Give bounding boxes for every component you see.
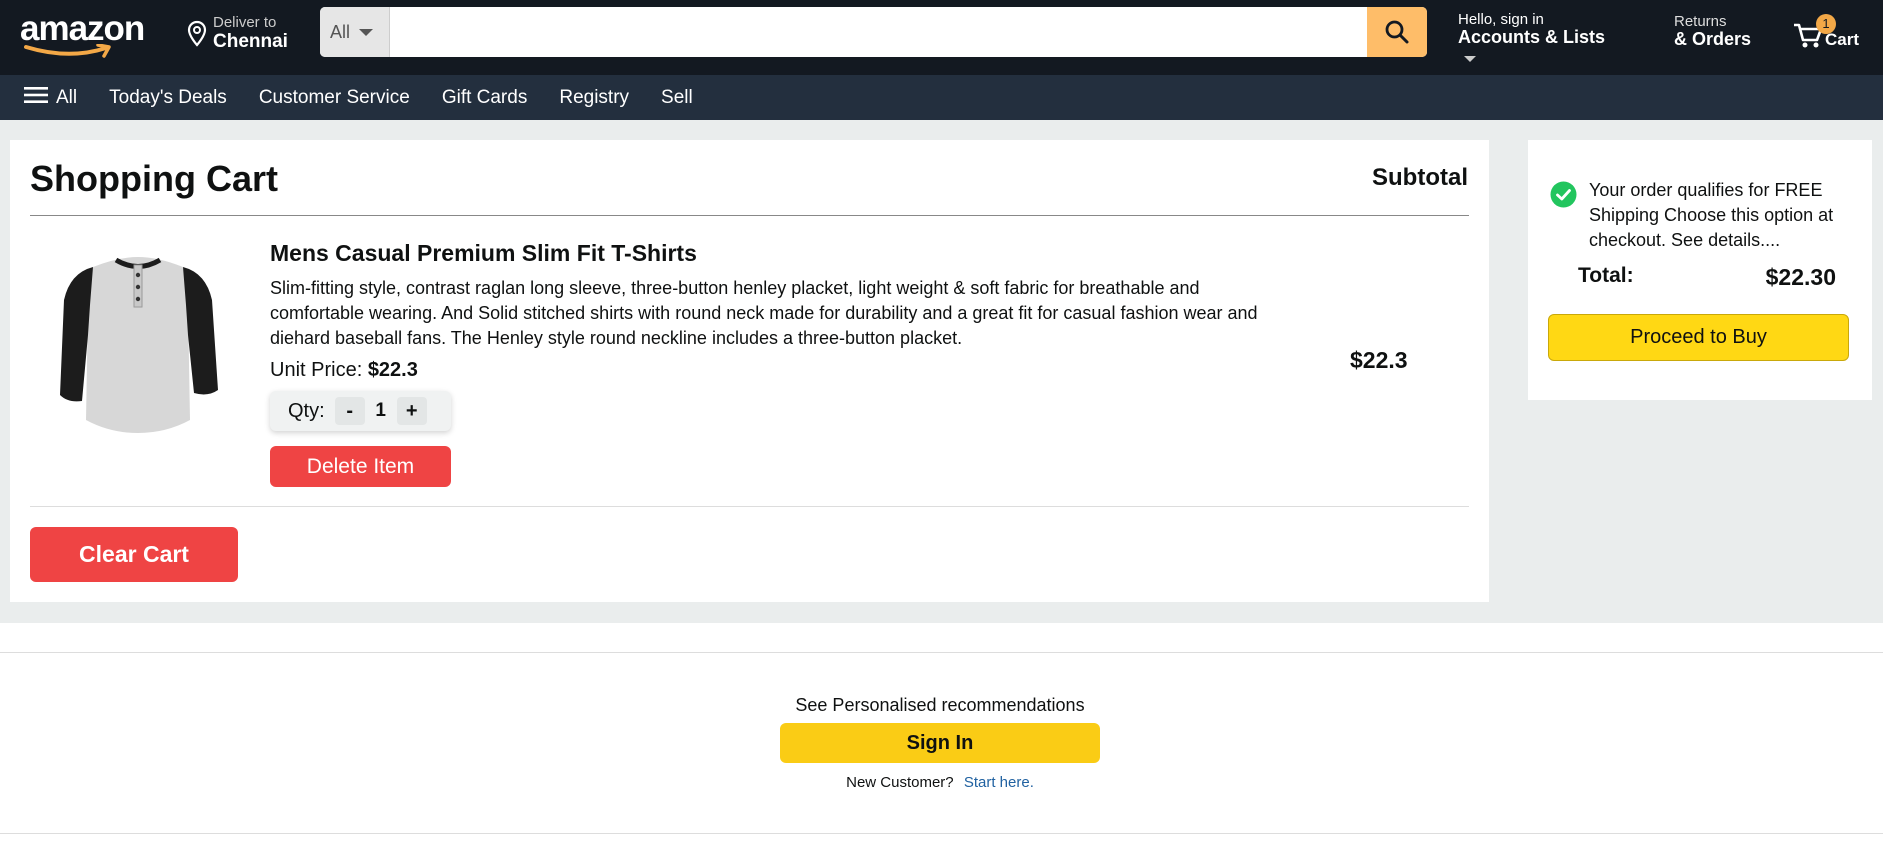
deliver-to-location[interactable]: Deliver to Chennai	[186, 14, 296, 52]
total-label: Total:	[1578, 264, 1634, 287]
nav-item-sell[interactable]: Sell	[661, 87, 693, 109]
nav-item-todays-deals[interactable]: Today's Deals	[109, 87, 227, 109]
product-image[interactable]	[48, 245, 228, 445]
line-total-price: $22.3	[1350, 347, 1408, 373]
search-input[interactable]	[390, 7, 1358, 57]
divider	[30, 215, 1469, 216]
caret-down-icon	[359, 28, 374, 36]
search-icon	[1385, 20, 1409, 44]
delete-item-button[interactable]: Delete Item	[270, 446, 451, 487]
qty-value: 1	[375, 400, 386, 421]
qty-label: Qty:	[288, 399, 325, 422]
deliver-to-label: Deliver to	[213, 14, 277, 31]
account-lists-menu[interactable]: Hello, sign in Accounts & Lists	[1458, 11, 1618, 63]
logo-text: amazon	[20, 9, 145, 48]
qty-increase-button[interactable]: +	[396, 397, 427, 425]
free-shipping-message: Your order qualifies for FREE Shipping C…	[1589, 180, 1834, 250]
shopping-cart-panel: Shopping Cart Subtotal Mens Casual Premi…	[10, 140, 1489, 602]
quantity-stepper: Qty: - 1 +	[270, 391, 451, 431]
account-label: Accounts & Lists	[1458, 27, 1606, 47]
order-summary-panel: Your order qualifies for FREE Shipping C…	[1528, 140, 1872, 400]
sub-navigation: All Today's Deals Customer Service Gift …	[0, 75, 1883, 120]
smile-arrow-icon	[24, 44, 111, 58]
all-menu-button[interactable]: All	[24, 86, 77, 110]
all-menu-label: All	[56, 86, 78, 108]
hamburger-icon	[24, 86, 48, 110]
unit-price-label: Unit Price:	[270, 359, 363, 381]
clear-cart-button[interactable]: Clear Cart	[30, 527, 238, 582]
orders-label: & Orders	[1674, 29, 1752, 49]
new-customer-line: New Customer? Start here.	[0, 774, 1880, 791]
unit-price: Unit Price: $22.3	[270, 359, 418, 382]
qty-decrease-button[interactable]: -	[334, 397, 365, 425]
returns-label: Returns	[1674, 13, 1727, 30]
total-value: $22.30	[1765, 264, 1836, 290]
amazon-logo[interactable]: amazon	[20, 9, 145, 58]
cart-link[interactable]: 1 Cart	[1793, 14, 1873, 54]
nav-item-gift-cards[interactable]: Gift Cards	[442, 87, 528, 109]
cart-label: Cart	[1825, 30, 1860, 49]
recommendations-text: See Personalised recommendations	[795, 695, 1085, 715]
location-name: Chennai	[213, 31, 288, 52]
new-customer-label: New Customer?	[846, 774, 954, 791]
product-name[interactable]: Mens Casual Premium Slim Fit T-Shirts	[270, 240, 697, 267]
returns-orders-link[interactable]: Returns & Orders	[1674, 13, 1774, 53]
search-category-select[interactable]: All	[320, 7, 390, 57]
location-pin-icon	[187, 20, 207, 47]
caret-down-icon	[1464, 56, 1476, 63]
top-header: amazon Deliver to Chennai All Hello, sig…	[0, 0, 1883, 75]
check-circle-icon	[1550, 181, 1577, 208]
divider	[0, 652, 1883, 653]
page-title: Shopping Cart	[30, 158, 278, 199]
proceed-to-buy-button[interactable]: Proceed to Buy	[1548, 314, 1849, 361]
unit-price-value: $22.3	[367, 359, 418, 381]
nav-item-customer-service[interactable]: Customer Service	[259, 87, 410, 109]
sign-in-button[interactable]: Sign In	[780, 723, 1100, 763]
search-category-value: All	[330, 21, 351, 42]
account-greeting: Hello, sign in	[1458, 11, 1544, 28]
search-bar: All	[320, 7, 1427, 57]
divider	[30, 506, 1469, 507]
tshirt-image	[60, 257, 218, 433]
start-here-link[interactable]: Start here.	[964, 774, 1034, 791]
subtotal-heading: Subtotal	[1372, 164, 1468, 191]
nav-item-registry[interactable]: Registry	[559, 87, 629, 109]
product-description: Slim-fitting style, contrast raglan long…	[270, 278, 1258, 348]
search-button[interactable]	[1367, 7, 1427, 57]
divider	[0, 833, 1883, 834]
